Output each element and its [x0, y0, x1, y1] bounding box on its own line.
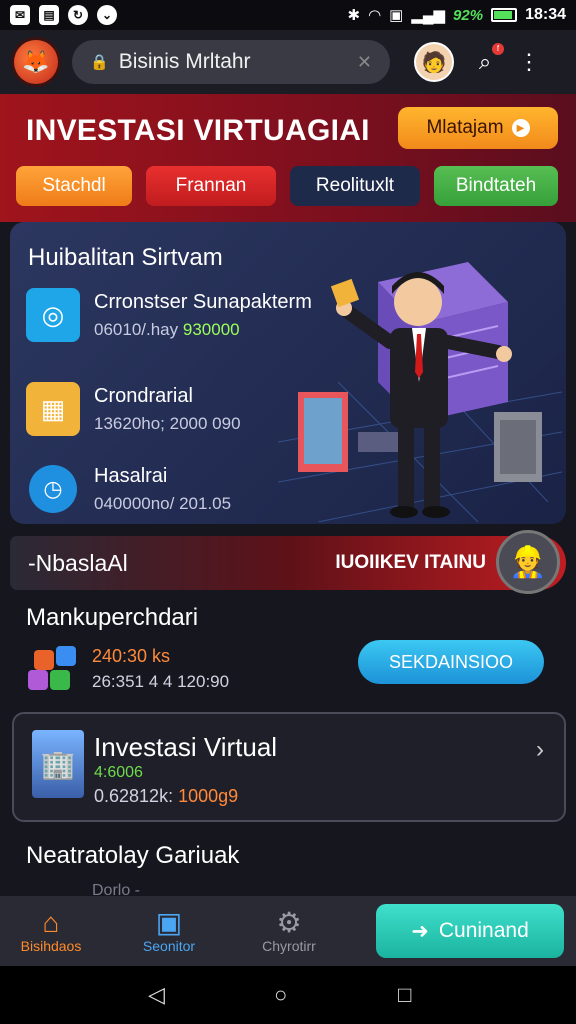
- category-chip[interactable]: Reolituxlt: [290, 166, 420, 206]
- lock-icon: 🔒: [90, 54, 109, 71]
- section-title: Neatratolay Gariuak: [26, 842, 240, 869]
- back-icon[interactable]: ◁: [148, 982, 165, 1008]
- document-icon: ▣: [155, 907, 183, 938]
- clock: 18:34: [525, 6, 566, 23]
- nav-item-home[interactable]: ⌂ Bisihdaos: [6, 907, 96, 955]
- nav-item-monitor[interactable]: ▣ Seonitor: [124, 907, 214, 955]
- promo-right-label: IUOIIKEV ITAINU: [335, 552, 486, 573]
- section-sub: 26:351 4 4 120:90: [92, 672, 230, 691]
- investment-card[interactable]: 🏢 Investasi Virtual 4:6006 0.62812k: 100…: [12, 712, 566, 822]
- hero-banner: INVESTASI VIRTUAGIAI Mlatajam ▶ Stachdl …: [0, 94, 576, 222]
- user-avatar[interactable]: 🧑: [414, 42, 454, 82]
- category-chip[interactable]: Stachdl: [16, 166, 132, 206]
- recents-icon[interactable]: □: [398, 982, 411, 1008]
- app-bar: 🦊 🔒 Bisinis Mrltahr ✕ 🧑 ⌕ f ⋮: [0, 30, 576, 94]
- nav-item-history[interactable]: ⚙ Chyrotirr: [244, 907, 334, 955]
- command-label: Cuninand: [438, 919, 529, 942]
- clock-icon: ◷: [29, 465, 77, 513]
- more-menu-icon[interactable]: ⋮: [516, 49, 542, 75]
- clear-icon[interactable]: ✕: [357, 52, 372, 73]
- search-text[interactable]: Bisinis Mrltahr: [119, 50, 347, 74]
- bottom-nav: ⌂ Bisihdaos ▣ Seonitor ⚙ Chyrotirr ➜ Cun…: [0, 896, 576, 966]
- action-button[interactable]: SEKDAINSIOO: [358, 640, 544, 684]
- arrow-right-icon: ➜: [411, 919, 429, 943]
- notification-search-icon[interactable]: ⌕ f: [472, 43, 504, 75]
- nav-label: Chyrotirr: [262, 938, 316, 954]
- item-sub: 06010/.hay: [94, 319, 179, 339]
- card-value: 4:6006: [94, 764, 143, 781]
- promo-avatar[interactable]: 👷: [496, 530, 560, 594]
- play-icon: ▶: [511, 119, 530, 137]
- notification-badge: f: [492, 43, 504, 55]
- card-sub-highlight: 1000g9: [178, 786, 239, 806]
- hero-cta-button[interactable]: Mlatajam ▶: [398, 107, 558, 149]
- nav-label: Seonitor: [142, 938, 196, 954]
- signal-icon: ▂▄▆: [411, 7, 446, 24]
- server-icon: ▦: [26, 382, 80, 436]
- businessman-illustration: [278, 262, 562, 522]
- system-nav-bar: ◁ ○ □: [0, 966, 576, 1024]
- command-button[interactable]: ➜ Cuninand: [376, 904, 564, 958]
- nfc-icon: ▣: [389, 7, 404, 24]
- panel-title: Huibalitan Sirtvam: [28, 244, 223, 271]
- item-sub: 13620ho; 2000 090: [94, 413, 241, 433]
- page-title: INVESTASI VIRTUAGIAI: [26, 114, 370, 147]
- sync-icon: ↻: [68, 5, 88, 25]
- category-chip[interactable]: Frannan: [146, 166, 276, 206]
- list-item[interactable]: ◷ Hasalrai 040000no/ 201.05: [26, 462, 231, 516]
- promo-bar[interactable]: -NbaslaAl IUOIIKEV ITAINU: [10, 536, 566, 590]
- image-icon: ▤: [39, 5, 59, 25]
- list-item[interactable]: ◎ Crronstser Sunapakterm 06010/.hay 9300…: [26, 288, 312, 342]
- bluetooth-icon: ✱: [347, 7, 361, 24]
- section-value: 240:30 ks: [92, 646, 171, 666]
- list-item[interactable]: ▦ Crondrarial 13620ho; 2000 090: [26, 382, 241, 436]
- search-bar[interactable]: 🔒 Bisinis Mrltahr ✕: [72, 40, 390, 84]
- card-sub: 0.62812k:: [94, 786, 174, 806]
- wifi-icon: ◠: [368, 7, 382, 24]
- gear-icon: ⚙: [276, 907, 302, 938]
- chevron-right-icon[interactable]: ›: [536, 736, 544, 764]
- download-icon: ⌄: [97, 5, 117, 25]
- app-logo[interactable]: 🦊: [14, 40, 58, 84]
- cubes-icon: [28, 646, 80, 692]
- promo-left-label: -NbaslaAl: [28, 549, 128, 576]
- status-bar: ✉ ▤ ↻ ⌄ ✱ ◠ ▣ ▂▄▆ 92% 18:34: [0, 0, 576, 30]
- home-icon: ⌂: [42, 907, 60, 938]
- battery-percent: 92%: [453, 6, 484, 24]
- section-title: Mankuperchdari: [26, 604, 199, 631]
- investment-panel: Huibalitan Sirtvam ◎ Crronstser Sunapakt…: [10, 222, 566, 524]
- nav-label: Bisihdaos: [20, 938, 82, 954]
- item-name: Crondrarial: [94, 384, 193, 407]
- category-chip[interactable]: Bindtateh: [434, 166, 558, 206]
- hero-cta-label: Mlatajam: [426, 117, 504, 138]
- target-icon: ◎: [26, 288, 80, 342]
- item-highlight: 930000: [182, 319, 240, 339]
- building-icon: 🏢: [32, 730, 84, 798]
- item-sub: 040000no/ 201.05: [94, 493, 232, 513]
- card-title: Investasi Virtual: [94, 732, 278, 762]
- mail-icon: ✉: [10, 5, 30, 25]
- item-name: Hasalrai: [94, 464, 168, 487]
- battery-icon: [491, 8, 518, 22]
- home-circle-icon[interactable]: ○: [274, 982, 287, 1008]
